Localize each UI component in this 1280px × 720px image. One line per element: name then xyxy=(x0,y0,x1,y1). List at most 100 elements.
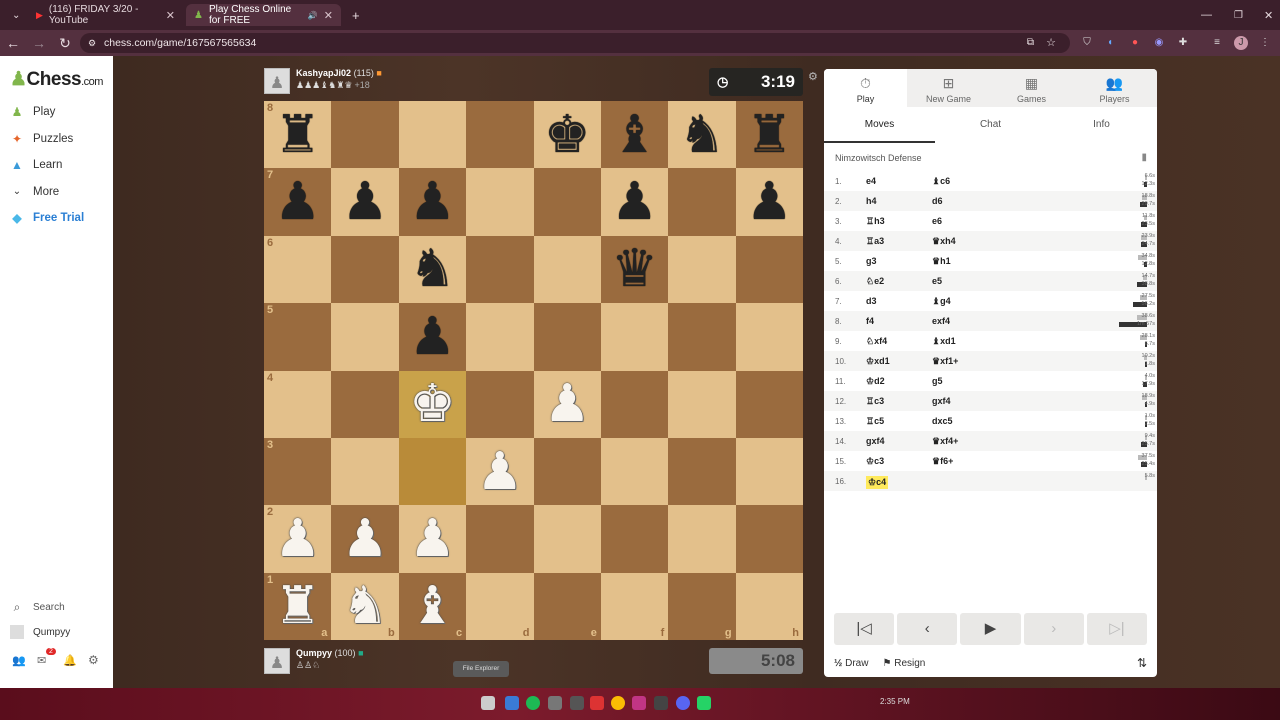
player-avatar[interactable]: ♟ xyxy=(264,648,290,674)
speaker-icon[interactable]: 🔊 xyxy=(308,11,318,20)
sidebar-item-puzzles[interactable]: ✦ Puzzles xyxy=(10,132,73,146)
square-a5[interactable]: 5 xyxy=(264,303,332,371)
white-pawn-piece[interactable]: ♟ xyxy=(274,513,321,565)
forward-icon[interactable]: → xyxy=(26,35,52,51)
white-move[interactable]: ♖c3 xyxy=(866,396,884,407)
square-g3[interactable] xyxy=(668,437,736,506)
black-pawn-piece[interactable]: ♟ xyxy=(611,176,658,228)
black-move[interactable]: gxf4 xyxy=(932,396,951,406)
mail-icon[interactable]: ✉ xyxy=(37,654,46,667)
square-c4[interactable]: ♚ xyxy=(398,370,467,438)
tab-moves[interactable]: Moves xyxy=(824,107,935,143)
record-extension-icon[interactable]: ● xyxy=(1128,36,1142,50)
square-b3[interactable] xyxy=(331,437,399,506)
minimize-button[interactable]: — xyxy=(1193,4,1220,26)
board-settings-icon[interactable]: ⚙ xyxy=(808,70,818,83)
square-c5[interactable]: ♟ xyxy=(398,303,467,371)
square-b4[interactable] xyxy=(331,370,399,438)
square-h7[interactable]: ♟ xyxy=(735,168,803,236)
square-g6[interactable] xyxy=(668,235,736,304)
square-f7[interactable]: ♟ xyxy=(600,168,669,236)
square-a6[interactable]: 6 xyxy=(264,235,332,304)
square-e1[interactable]: e xyxy=(533,572,601,640)
square-b7[interactable]: ♟ xyxy=(331,168,399,236)
black-pawn-piece[interactable]: ♟ xyxy=(409,176,456,228)
settings-app-icon[interactable] xyxy=(548,696,562,710)
square-g4[interactable] xyxy=(668,370,736,438)
black-move[interactable]: ♛xf4+ xyxy=(932,436,958,447)
square-b8[interactable] xyxy=(331,101,399,169)
chess-board[interactable]: 8 ♜ ♚ ♝ ♞ ♜ 7 ♟ ♟ ♟ ♟ ♟ 6 ♞ ♛ 5 ♟ 4 ♚ ♟ 3 ♟ 2 ♟ ♟ ♟ 1 a ♜ b ♞ c ♝ d e f g h xyxy=(264,101,803,640)
square-a2[interactable]: 2 ♟ xyxy=(264,505,332,573)
black-rook-piece[interactable]: ♜ xyxy=(746,109,793,161)
tab-new-game[interactable]: ⊞ New Game xyxy=(907,69,990,107)
square-c7[interactable]: ♟ xyxy=(398,168,467,236)
white-pawn-piece[interactable]: ♟ xyxy=(409,513,456,565)
camera-icon[interactable] xyxy=(654,696,668,710)
new-tab-button[interactable]: + xyxy=(344,4,362,26)
square-d3[interactable]: ♟ xyxy=(466,437,534,506)
square-f3[interactable] xyxy=(600,437,669,506)
square-g7[interactable] xyxy=(668,168,736,236)
tab-info[interactable]: Info xyxy=(1046,107,1157,143)
opponent-name-line[interactable]: KashyapJi02 (115) ■ xyxy=(296,68,382,78)
discord-extension-icon[interactable]: ◉ xyxy=(1152,36,1166,50)
square-g2[interactable] xyxy=(668,505,736,573)
reading-list-icon[interactable]: ≡ xyxy=(1210,36,1224,50)
black-pawn-piece[interactable]: ♟ xyxy=(746,176,793,228)
white-move[interactable]: ♔c3 xyxy=(866,456,884,467)
square-c8[interactable] xyxy=(398,101,467,169)
black-knight-piece[interactable]: ♞ xyxy=(679,109,726,161)
player-name-line[interactable]: Qumpyy (100) ■ xyxy=(296,648,364,658)
shield-extension-icon[interactable]: ⛉ xyxy=(1080,36,1094,50)
square-d7[interactable] xyxy=(466,168,534,236)
white-move[interactable]: gxf4 xyxy=(866,436,885,446)
black-pawn-piece[interactable]: ♟ xyxy=(409,311,456,363)
black-move[interactable]: ♝xd1 xyxy=(932,336,956,347)
square-c2[interactable]: ♟ xyxy=(398,505,467,573)
black-move[interactable]: ♛f6+ xyxy=(932,456,953,467)
white-move[interactable]: ♘xf4 xyxy=(866,336,887,347)
square-g8[interactable]: ♞ xyxy=(668,101,736,169)
square-c1[interactable]: c ♝ xyxy=(398,572,467,640)
black-move[interactable]: exf4 xyxy=(932,316,950,326)
black-move[interactable]: e5 xyxy=(932,276,942,286)
square-e7[interactable] xyxy=(533,168,601,236)
black-rook-piece[interactable]: ♜ xyxy=(274,109,321,161)
square-f2[interactable] xyxy=(600,505,669,573)
tab-list-button[interactable]: ⌄ xyxy=(4,4,24,26)
tab-play[interactable]: ⏱ Play xyxy=(824,69,907,107)
square-d2[interactable] xyxy=(466,505,534,573)
black-move[interactable]: e6 xyxy=(932,216,942,226)
square-d6[interactable] xyxy=(466,235,534,304)
prev-move-button[interactable]: ‹ xyxy=(897,613,958,645)
square-h2[interactable] xyxy=(735,505,803,573)
white-move[interactable]: f4 xyxy=(866,316,874,326)
white-move[interactable]: ♔d2 xyxy=(866,376,885,387)
black-move[interactable]: ♛h1 xyxy=(932,256,951,267)
white-pawn-piece[interactable]: ♟ xyxy=(477,446,524,498)
square-f1[interactable]: f xyxy=(600,572,669,640)
white-move[interactable]: ♔c4 xyxy=(866,476,889,489)
next-move-button[interactable]: › xyxy=(1023,613,1084,645)
square-e4[interactable]: ♟ xyxy=(533,370,601,438)
discord-icon[interactable] xyxy=(676,696,690,710)
bookmark-star-icon[interactable]: ☆ xyxy=(1046,33,1056,53)
window-close-button[interactable]: ✕ xyxy=(1256,4,1280,26)
square-a1[interactable]: 1 a ♜ xyxy=(264,572,332,640)
white-move[interactable]: ♘e2 xyxy=(866,276,884,287)
whatsapp-icon[interactable] xyxy=(697,696,711,710)
square-d8[interactable] xyxy=(466,101,534,169)
square-h1[interactable]: h xyxy=(735,572,803,640)
translate-extension-icon[interactable]: ◖ xyxy=(1103,36,1117,50)
draw-button[interactable]: ½ Draw xyxy=(834,658,868,669)
book-icon[interactable]: ▮ xyxy=(1141,152,1147,163)
sidebar-user[interactable]: Qumpyy xyxy=(10,625,70,639)
puzzle-extension-icon[interactable]: ✚ xyxy=(1176,36,1190,50)
white-move[interactable]: ♖c5 xyxy=(866,416,884,427)
clock-time[interactable]: 2:35 PM xyxy=(880,697,910,706)
menu-dots-icon[interactable]: ⋮ xyxy=(1258,36,1272,50)
white-king-piece[interactable]: ♚ xyxy=(409,378,456,430)
tab-chess[interactable]: ♟ Play Chess Online for FREE 🔊 ✕ xyxy=(186,4,341,26)
white-bishop-piece[interactable]: ♝ xyxy=(409,580,456,632)
